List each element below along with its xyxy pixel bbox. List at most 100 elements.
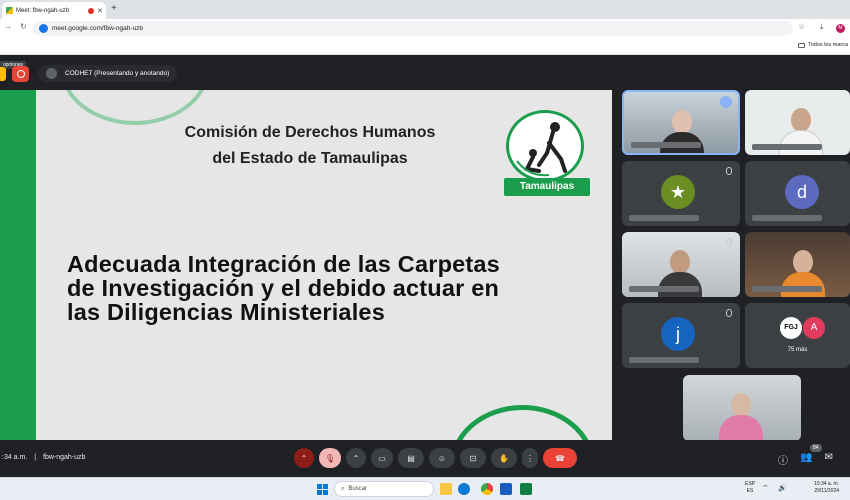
meeting-time: :34 a.m. [2,454,28,461]
windows-taskbar: ⌕ Buscar ESP ES ⌔ 🔊 10:34 a. m. 29/11/20… [0,477,850,500]
language-indicator[interactable]: ESP ES [745,481,755,495]
participant-name-redacted [629,357,699,363]
word-icon[interactable] [500,483,512,495]
wifi-icon[interactable]: ⌔ [762,484,769,493]
meeting-details-icon[interactable]: ⓘ [778,452,788,467]
url-text: meet.google.com/fbw-ngah-uzb [52,25,144,32]
codhet-logo: Tamaulipas [502,110,590,196]
chevron-up-icon: ⌃ [352,453,360,463]
participant-tile[interactable]: j [622,303,740,368]
presenter-avatar [46,68,57,79]
folder-icon [798,42,805,48]
org-line-1: Comisión de Derechos Humanos [184,124,436,141]
windows-start-icon[interactable] [317,484,328,495]
end-call-icon: ☎ [555,453,565,463]
profile-avatar[interactable]: M [836,24,845,33]
participant-avatar-d: d [785,175,819,209]
speaking-indicator-icon [720,96,732,108]
excel-icon[interactable] [520,483,532,495]
raise-hand-button[interactable]: ✋ [491,448,517,468]
camera-icon: ▭ [378,453,386,463]
participant-tile[interactable]: d [745,161,850,226]
participant-avatar-j: j [661,317,695,351]
meeting-info-separator: | [34,454,37,461]
side-panel-handle[interactable] [0,67,6,81]
reload-icon[interactable]: ↻ [20,22,27,31]
bookmarks-folder-label: Todos los marca [808,42,849,48]
clock-time: 10:34 a. m. [814,481,840,487]
more-options-button[interactable]: ⋮ [522,448,538,468]
chrome-icon[interactable] [481,483,493,495]
participants-count-badge: 84 [810,444,822,452]
browser-tab-meet[interactable]: Meet: fbw-ngah-uzb ✕ [2,2,106,19]
participant-tile[interactable]: ★ [622,161,740,226]
all-bookmarks-folder[interactable]: Todos los marca [798,42,848,48]
participant-name-redacted [752,286,822,292]
close-tab-icon[interactable]: ✕ [97,7,103,15]
site-info-icon[interactable] [39,24,48,33]
search-icon: ⌕ [341,485,345,492]
edge-icon[interactable] [458,483,470,495]
participant-name-redacted [631,142,701,148]
self-video [713,393,768,441]
presenter-label: CODHET (Presentando y anotando) [65,70,170,77]
headline-line-3: las Diligencias Ministeriales [67,299,385,325]
reactions-button[interactable]: ☺ [429,448,455,468]
clock-date: 29/11/2024 [814,488,840,494]
tab-title: Meet: fbw-ngah-uzb [16,7,70,14]
bookmarks-bar: Todos los marca [0,38,850,55]
captions-icon: ▤ [407,453,415,463]
url-input[interactable]: meet.google.com/fbw-ngah-uzb [33,21,793,36]
download-icon[interactable]: ⤓ [820,22,824,32]
present-button[interactable]: ⊡ [460,448,486,468]
chat-icon[interactable]: ✉ [824,452,832,467]
logo-circle [506,110,584,182]
volume-icon[interactable]: 🔊 [778,484,787,492]
meet-call-area: opciones CODHET (Presentando y anotando)… [0,55,850,477]
file-explorer-icon[interactable] [440,483,452,495]
participant-tile[interactable] [745,232,850,297]
chevron-up-icon: ⌃ [300,453,308,463]
meeting-code: fbw-ngah-uzb [43,454,86,461]
mic-muted-icon [726,167,732,175]
org-line-2: del Estado de Tamaulipas [212,150,408,167]
record-icon[interactable] [12,66,29,82]
meeting-info: :34 a.m. | fbw-ngah-uzb [2,454,85,461]
participant-name-redacted [752,215,822,221]
mic-muted-icon [726,238,732,246]
forward-icon[interactable]: → [4,22,12,31]
audio-options-button[interactable]: ⌃ [294,448,314,468]
participant-avatar-a: A [803,317,825,339]
address-bar-row: → ↻ meet.google.com/fbw-ngah-uzb ☆ ⤓ [0,19,850,38]
participant-avatar-image: ★ [661,175,695,209]
microphone-toggle-button[interactable]: 🎙 [319,448,341,468]
bookmark-star-icon[interactable]: ☆ [798,22,805,31]
presenter-chip[interactable]: CODHET (Presentando y anotando) [38,65,178,82]
more-vert-icon: ⋮ [526,453,534,463]
leave-call-button[interactable]: ☎ [543,448,577,468]
headline-line-1: Adecuada Integración de las Carpetas [67,251,500,277]
people-icon[interactable]: 👥 [800,452,812,467]
participant-tile-speaking[interactable] [622,90,740,155]
slide-decorative-arc-bottom [450,405,595,440]
participant-tile[interactable] [745,90,850,155]
system-clock[interactable]: 10:34 a. m. 29/11/2024 [814,481,839,495]
participant-tile[interactable] [622,232,740,297]
slide-organization-title: Comisión de Derechos Humanos del Estado … [120,120,500,172]
new-tab-button[interactable]: + [111,3,117,14]
video-options-button[interactable]: ⌃ [346,448,366,468]
camera-toggle-button[interactable]: ▭ [371,448,393,468]
logo-banner: Tamaulipas [504,178,590,196]
present-screen-icon: ⊡ [469,453,477,463]
self-view-tile[interactable] [683,375,801,441]
participant-name-redacted [629,215,699,221]
taskbar-search-input[interactable]: ⌕ Buscar [334,481,434,497]
language-code: ESP [745,481,756,487]
meet-control-bar: :34 a.m. | fbw-ngah-uzb ⌃ 🎙 ⌃ ▭ ▤ ☺ ⊡ ✋ … [0,440,850,477]
slide-green-bar [0,90,36,440]
fgj-avatar: FGJ [780,317,802,339]
browser-tab-bar: Meet: fbw-ngah-uzb ✕ + [0,0,850,19]
more-participants-tile[interactable]: FGJ A 75 más [745,303,850,368]
captions-button[interactable]: ▤ [398,448,424,468]
mic-off-icon: 🎙 [324,453,336,463]
